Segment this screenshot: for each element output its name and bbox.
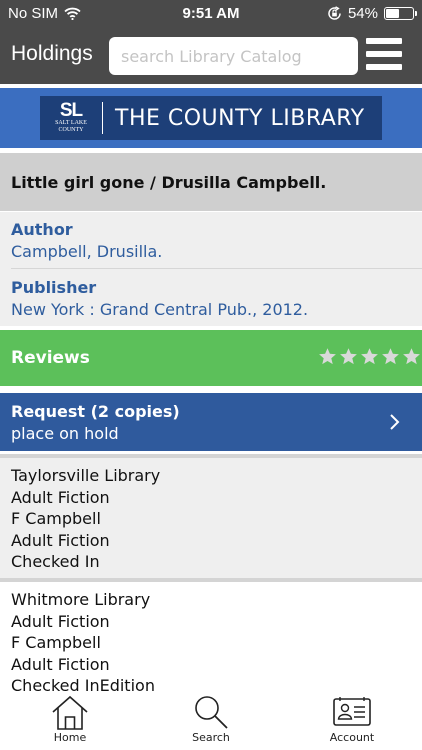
tab-home[interactable]: Home	[30, 695, 110, 750]
metadata-divider	[11, 268, 422, 269]
tab-home-label: Home	[53, 731, 87, 744]
tab-account-label: Account	[329, 731, 375, 744]
tab-account[interactable]: Account	[312, 695, 392, 750]
book-metadata: Author Campbell, Drusilla. Publisher New…	[0, 212, 422, 326]
nav-bar: Holdings	[0, 28, 422, 84]
holding-library: Taylorsville Library	[11, 466, 161, 485]
holding-location: Adult Fiction	[11, 531, 110, 550]
library-banner: SL SALT LAKE COUNTY THE COUNTY LIBRARY	[0, 88, 422, 148]
logo-divider	[102, 102, 103, 134]
star-icon	[340, 348, 357, 365]
status-right: 54%	[327, 5, 417, 22]
holding-call-number: F Campbell	[11, 509, 101, 528]
battery-fill	[386, 9, 399, 18]
reviews-label: Reviews	[11, 348, 90, 368]
reviews-bar[interactable]: Reviews	[0, 330, 422, 386]
request-hold-button[interactable]: Request (2 copies) place on hold	[0, 393, 422, 451]
star-icon	[382, 348, 399, 365]
search-icon	[195, 696, 228, 729]
author-label: Author	[11, 220, 73, 239]
library-logo: SL SALT LAKE COUNTY THE COUNTY LIBRARY	[40, 96, 382, 140]
star-rating	[318, 347, 421, 366]
holding-item: Whitmore Library Adult Fiction F Campbel…	[0, 582, 422, 695]
holding-collection: Adult Fiction	[11, 612, 110, 631]
holding-collection: Adult Fiction	[11, 488, 110, 507]
account-card-icon	[333, 697, 371, 726]
request-title: Request (2 copies)	[11, 402, 180, 421]
tab-bar: Home Search Account	[0, 695, 422, 750]
publisher-label: Publisher	[11, 278, 97, 297]
logo-mark-text: SL	[59, 100, 83, 121]
county-logo-mark: SL SALT LAKE COUNTY	[48, 100, 94, 134]
book-title: Little girl gone / Drusilla Campbell.	[11, 173, 327, 192]
library-name: THE COUNTY LIBRARY	[115, 105, 365, 131]
holding-status: Checked In	[11, 552, 100, 571]
battery-percent: 54%	[347, 5, 378, 22]
book-title-section: Little girl gone / Drusilla Campbell.	[0, 153, 422, 211]
author-value[interactable]: Campbell, Drusilla.	[11, 242, 162, 261]
tab-search[interactable]: Search	[171, 695, 251, 750]
status-bar: No SIM 9:51 AM 54%	[0, 0, 422, 28]
home-icon	[52, 695, 88, 730]
logo-subtext: SALT LAKE COUNTY	[55, 120, 87, 133]
search-input[interactable]	[109, 37, 358, 75]
star-icon	[361, 348, 378, 365]
star-icon	[319, 348, 336, 365]
star-icon	[403, 348, 420, 365]
chevron-right-icon	[390, 414, 400, 430]
holding-call-number: F Campbell	[11, 633, 101, 652]
page-title: Holdings	[11, 42, 93, 65]
tab-search-label: Search	[192, 731, 230, 744]
publisher-value: New York : Grand Central Pub., 2012.	[11, 300, 309, 319]
request-subtitle: place on hold	[11, 424, 119, 443]
orientation-lock-icon	[328, 6, 341, 20]
holding-item: Taylorsville Library Adult Fiction F Cam…	[0, 458, 422, 578]
holding-status: Checked InEdition	[11, 676, 155, 695]
battery-icon	[384, 7, 417, 20]
hamburger-menu-icon[interactable]	[366, 38, 402, 74]
holding-location: Adult Fiction	[11, 655, 110, 674]
holding-library: Whitmore Library	[11, 590, 151, 609]
